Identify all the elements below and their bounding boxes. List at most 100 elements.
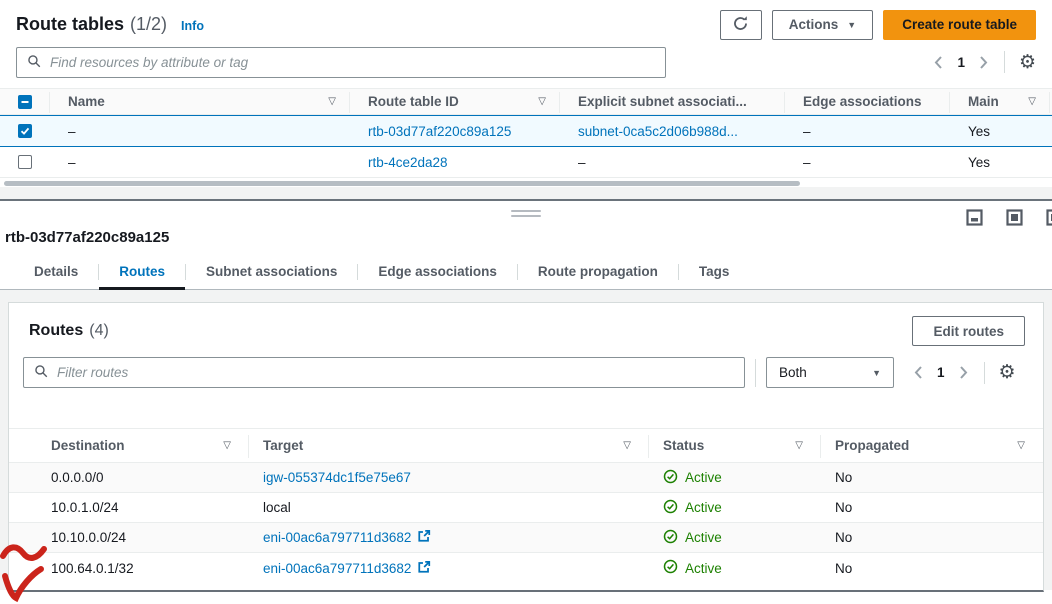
cell-propagated: No <box>821 530 1043 545</box>
pagination-top: 1 ⚙ <box>932 51 1036 73</box>
resize-handle[interactable] <box>511 210 541 220</box>
row-checkbox[interactable] <box>18 124 32 138</box>
status-text: Active <box>685 530 722 545</box>
column-header-explicit-subnet[interactable]: Explicit subnet associati... <box>560 89 785 114</box>
next-page-button[interactable] <box>957 363 970 382</box>
header-checkbox-cell <box>0 89 50 114</box>
route-row[interactable]: 10.0.1.0/24 local Active No <box>9 493 1043 523</box>
cell-destination: 10.10.0.0/24 <box>9 530 249 545</box>
external-link-icon[interactable] <box>417 560 431 577</box>
routes-count: (4) <box>89 322 109 340</box>
status-active-icon <box>663 499 678 517</box>
panel-position-bottom-icon[interactable] <box>966 209 983 229</box>
column-header-name[interactable]: Name ▽ <box>50 89 350 114</box>
sort-icon[interactable]: ▽ <box>328 96 336 107</box>
row-checkbox[interactable] <box>18 155 32 169</box>
cell-destination: 100.64.0.1/32 <box>9 561 249 576</box>
cell-name: – <box>50 124 350 139</box>
route-row[interactable]: 0.0.0.0/0 igw-055374dc1f5e75e67 Active N… <box>9 463 1043 493</box>
status-active-icon <box>663 529 678 547</box>
route-mode-select[interactable]: Both ▼ <box>766 357 894 388</box>
status-active-icon <box>663 469 678 487</box>
routes-table: Destination ▽ Target ▽ Status ▽ Propagat… <box>9 428 1043 583</box>
tab-routes[interactable]: Routes <box>99 256 185 290</box>
edit-routes-button[interactable]: Edit routes <box>912 316 1025 346</box>
route-tables-header-row: Name ▽ Route table ID ▽ Explicit subnet … <box>0 88 1052 115</box>
table-row[interactable]: – rtb-4ce2da28 – – Yes <box>0 147 1052 178</box>
target-link[interactable]: igw-055374dc1f5e75e67 <box>263 470 411 485</box>
panel-position-side-icon[interactable] <box>1046 209 1052 229</box>
subnet-link[interactable]: subnet-0ca5c2d06b988d... <box>578 124 738 139</box>
resource-search[interactable] <box>16 47 666 78</box>
settings-gear-icon[interactable]: ⚙ <box>999 363 1016 382</box>
divider <box>1004 51 1005 73</box>
sort-icon[interactable]: ▽ <box>538 96 546 107</box>
column-header-status[interactable]: Status ▽ <box>649 429 821 462</box>
column-header-main[interactable]: Main ▽ <box>950 89 1050 114</box>
routes-card: Routes (4) Edit routes Both ▼ <box>8 302 1044 592</box>
column-header-route-table-id[interactable]: Route table ID ▽ <box>350 89 560 114</box>
routes-header-row: Destination ▽ Target ▽ Status ▽ Propagat… <box>9 428 1043 463</box>
page-number: 1 <box>937 365 945 380</box>
tab-tags[interactable]: Tags <box>679 256 750 290</box>
status-text: Active <box>685 561 722 576</box>
status-text: Active <box>685 500 722 515</box>
routes-filter[interactable] <box>23 357 745 388</box>
tab-edge-associations[interactable]: Edge associations <box>358 256 517 290</box>
pagination-routes: 1 ⚙ <box>912 362 1016 384</box>
column-header-propagated[interactable]: Propagated ▽ <box>821 429 1043 462</box>
search-icon <box>27 54 41 71</box>
prev-page-button[interactable] <box>912 363 925 382</box>
select-all-checkbox[interactable] <box>18 95 32 109</box>
external-link-icon[interactable] <box>417 529 431 546</box>
route-table-id-link[interactable]: rtb-03d77af220c89a125 <box>368 124 511 139</box>
sort-icon[interactable]: ▽ <box>1028 96 1036 107</box>
tab-subnet-associations[interactable]: Subnet associations <box>186 256 357 290</box>
actions-button[interactable]: Actions ▼ <box>772 10 873 40</box>
route-table-id-link[interactable]: rtb-4ce2da28 <box>368 155 448 170</box>
target-link[interactable]: eni-00ac6a797711d3682 <box>263 530 411 545</box>
tab-details[interactable]: Details <box>14 256 98 290</box>
cell-propagated: No <box>821 470 1043 485</box>
divider <box>755 359 756 387</box>
route-row[interactable]: 10.10.0.0/24 eni-00ac6a797711d3682 Activ… <box>9 523 1043 553</box>
cell-edge: – <box>785 155 950 170</box>
route-mode-value: Both <box>779 365 807 380</box>
scrollbar-thumb[interactable] <box>4 181 800 186</box>
sort-icon[interactable]: ▽ <box>223 440 231 451</box>
caret-down-icon: ▼ <box>872 368 881 378</box>
info-link[interactable]: Info <box>181 19 204 33</box>
refresh-button[interactable] <box>720 10 762 40</box>
settings-gear-icon[interactable]: ⚙ <box>1019 53 1036 72</box>
toolbar: Route tables (1/2) Info Actions ▼ Create… <box>0 0 1052 40</box>
cell-main: Yes <box>950 155 1050 170</box>
cell-subnet: – <box>560 155 785 170</box>
prev-page-button[interactable] <box>932 53 945 72</box>
divider <box>984 362 985 384</box>
column-header-destination[interactable]: Destination ▽ <box>9 429 249 462</box>
tab-route-propagation[interactable]: Route propagation <box>518 256 678 290</box>
target-link[interactable]: eni-00ac6a797711d3682 <box>263 561 411 576</box>
refresh-icon <box>732 15 749 35</box>
page-number: 1 <box>957 55 965 70</box>
route-tables-table: Name ▽ Route table ID ▽ Explicit subnet … <box>0 88 1052 178</box>
cell-edge: – <box>785 124 950 139</box>
routes-filter-row: Both ▼ 1 ⚙ <box>9 350 1043 388</box>
next-page-button[interactable] <box>977 53 990 72</box>
column-header-target[interactable]: Target ▽ <box>249 429 649 462</box>
search-input[interactable] <box>50 55 655 70</box>
search-icon <box>34 364 48 381</box>
sort-icon[interactable]: ▽ <box>1017 440 1025 451</box>
column-header-edge-associations[interactable]: Edge associations <box>785 89 950 114</box>
sort-icon[interactable]: ▽ <box>795 440 803 451</box>
actions-label: Actions <box>789 17 839 32</box>
route-row[interactable]: 100.64.0.1/32 eni-00ac6a797711d3682 Acti… <box>9 553 1043 583</box>
detail-tabs: Details Routes Subnet associations Edge … <box>0 256 1052 290</box>
create-route-table-button[interactable]: Create route table <box>883 10 1036 40</box>
selection-count: (1/2) <box>130 14 167 35</box>
panel-position-main-icon[interactable] <box>1006 209 1023 229</box>
controls-row: 1 ⚙ <box>0 46 1052 78</box>
table-row[interactable]: – rtb-03d77af220c89a125 subnet-0ca5c2d06… <box>0 115 1052 147</box>
filter-routes-input[interactable] <box>57 365 734 380</box>
sort-icon[interactable]: ▽ <box>623 440 631 451</box>
